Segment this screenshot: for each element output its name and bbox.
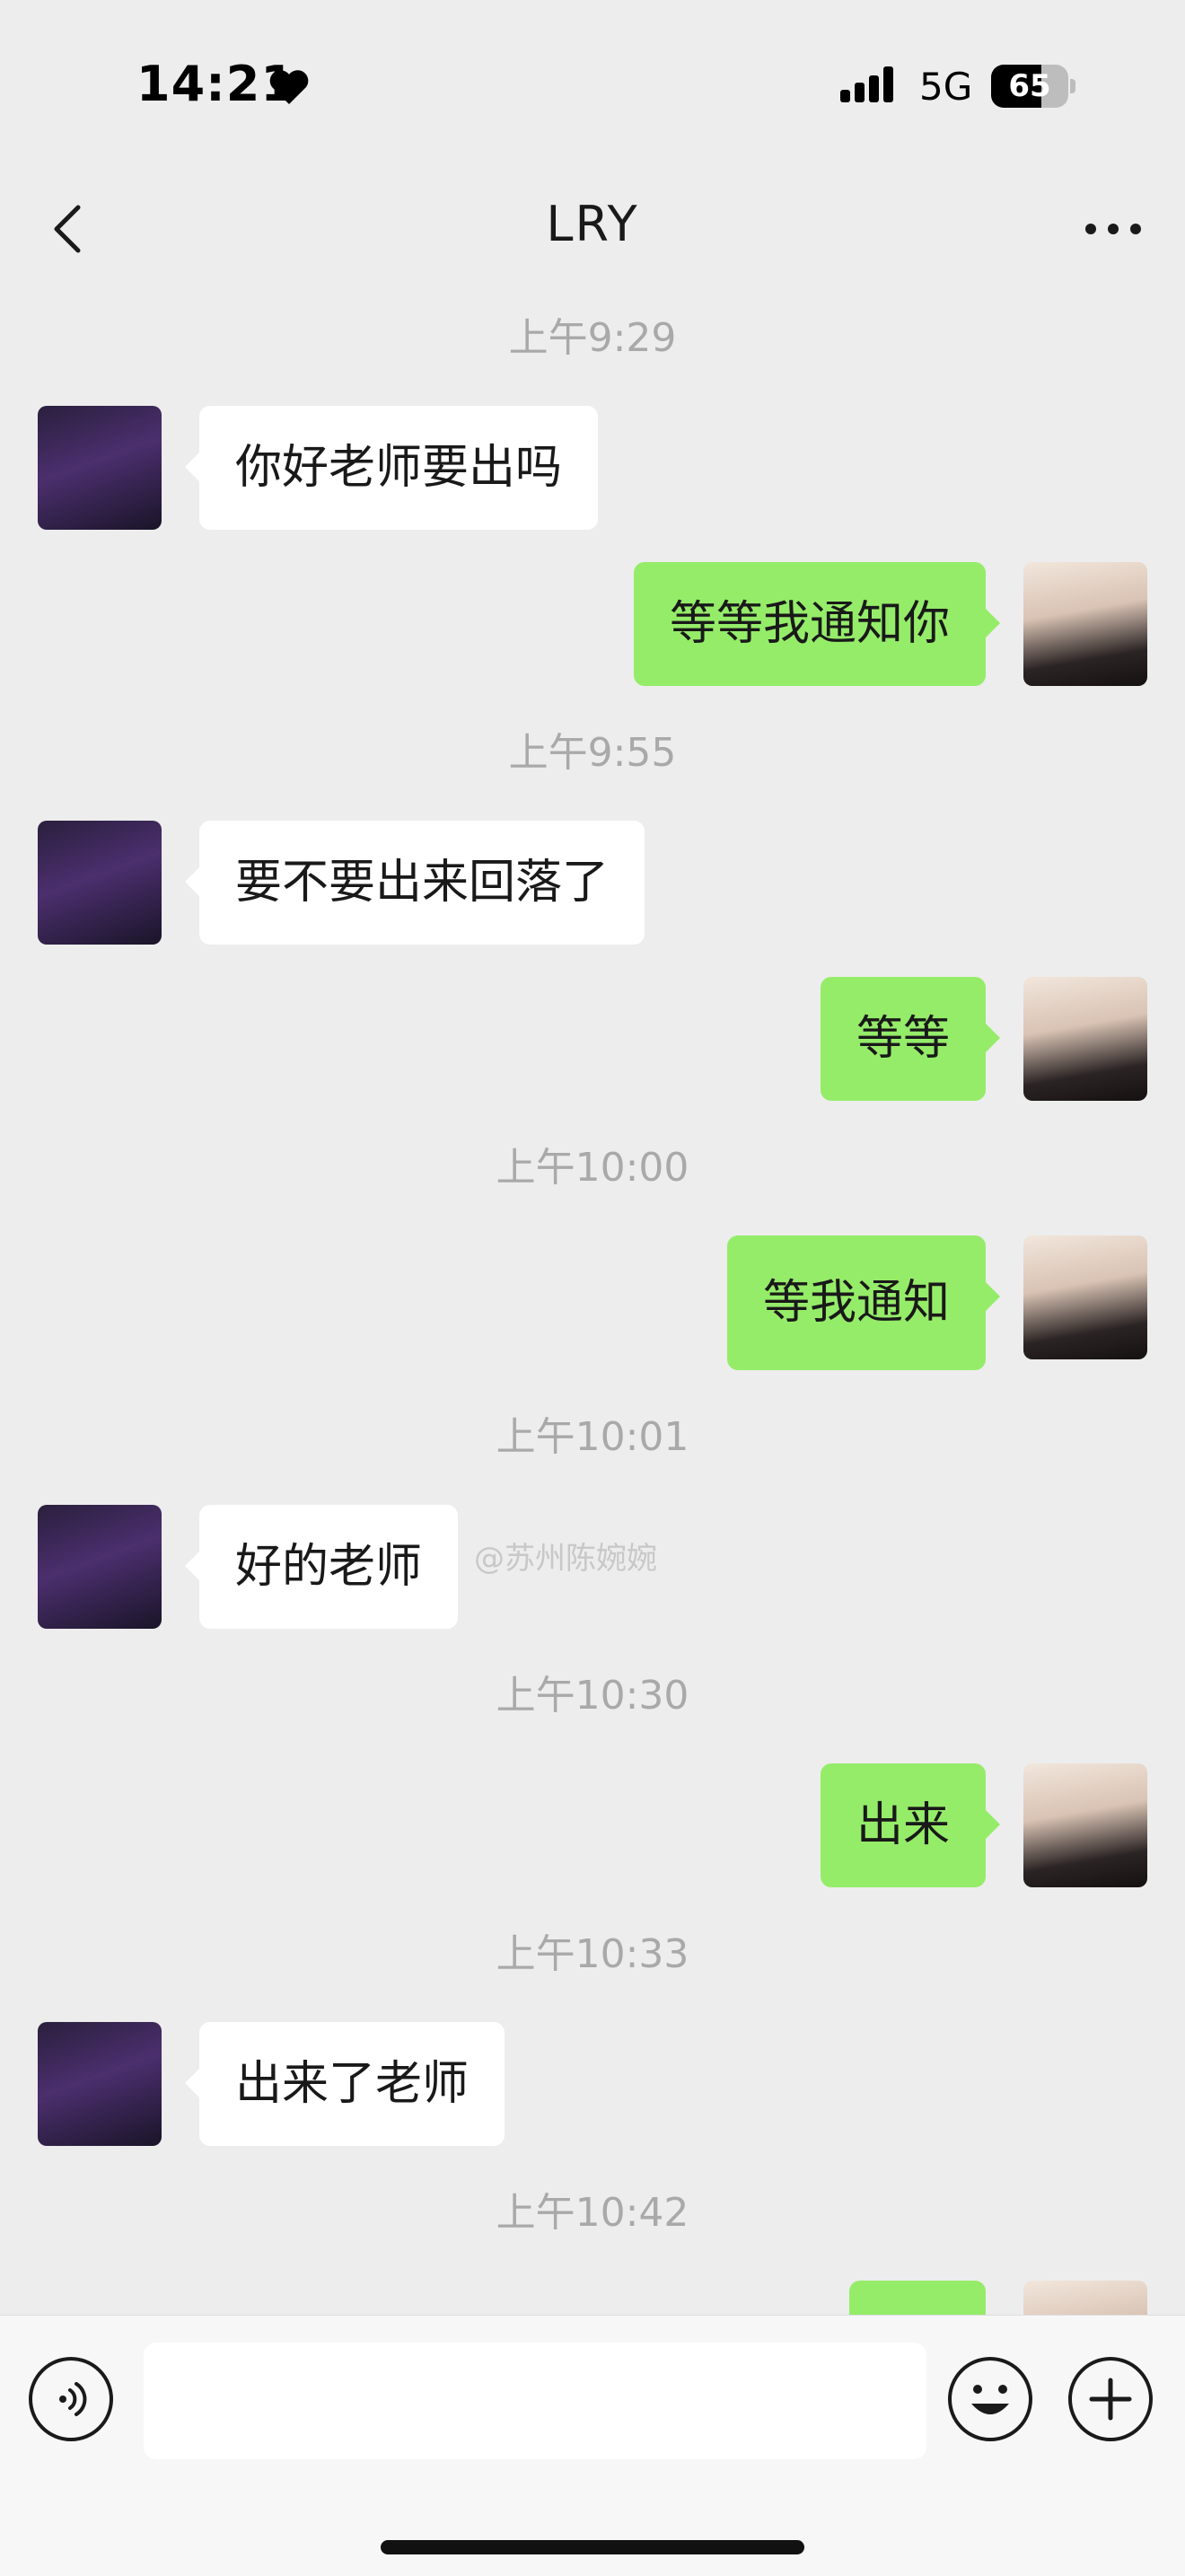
incoming-message[interactable]: 出来了老师 <box>184 2022 505 2146</box>
outgoing-message[interactable] <box>849 2281 986 2315</box>
nav-bar: LRY <box>0 171 1185 278</box>
timestamp: 上午10:42 <box>496 2190 689 2236</box>
contact-avatar[interactable] <box>38 2022 162 2146</box>
chat-area[interactable]: 上午9:29 上午9:55 上午10:00 上午10:01 上午10:30 上午… <box>0 269 1185 2315</box>
status-bar: 14:21 5G 65 <box>0 0 1185 153</box>
self-avatar[interactable] <box>1023 1763 1147 1887</box>
emoji-button[interactable] <box>948 2357 1032 2441</box>
outgoing-message[interactable]: 等等 <box>820 977 1001 1101</box>
more-button[interactable] <box>1077 198 1149 260</box>
battery-icon: 65 <box>991 65 1077 108</box>
network-type: 5G <box>919 65 973 109</box>
self-avatar[interactable] <box>1023 977 1147 1101</box>
heart-icon <box>269 70 309 104</box>
outgoing-message[interactable]: 等等我通知你 <box>633 562 1001 686</box>
incoming-message[interactable]: 好的老师 <box>184 1505 459 1629</box>
self-avatar[interactable] <box>1023 1235 1147 1359</box>
voice-icon <box>59 2382 87 2416</box>
contact-avatar[interactable] <box>38 406 162 530</box>
timestamp: 上午9:55 <box>508 730 677 776</box>
timestamp: 上午10:30 <box>496 1673 689 1719</box>
plus-icon <box>1089 2378 1132 2421</box>
message-input[interactable] <box>144 2343 926 2459</box>
self-avatar[interactable] <box>1023 562 1147 686</box>
battery-level: 65 <box>1008 68 1051 104</box>
outgoing-message[interactable]: 出来 <box>820 1763 1001 1887</box>
signal-bars-icon <box>840 66 893 102</box>
emoji-icon <box>971 2385 1009 2414</box>
timestamp: 上午10:00 <box>496 1145 689 1191</box>
incoming-message[interactable]: 要不要出来回落了 <box>184 821 645 945</box>
timestamp: 上午10:33 <box>496 1931 689 1977</box>
outgoing-message[interactable]: 等我通知 <box>726 1235 1001 1370</box>
incoming-message[interactable]: 你好老师要出吗 <box>184 406 599 530</box>
input-bar <box>0 2315 1185 2576</box>
plus-button[interactable] <box>1068 2357 1153 2441</box>
self-avatar[interactable] <box>1023 2281 1147 2315</box>
voice-button[interactable] <box>29 2357 113 2441</box>
timestamp: 上午9:29 <box>508 315 677 361</box>
contact-avatar[interactable] <box>38 1505 162 1629</box>
contact-avatar[interactable] <box>38 821 162 945</box>
timestamp: 上午10:01 <box>496 1414 689 1460</box>
more-dots-icon <box>1085 224 1141 234</box>
home-indicator[interactable] <box>381 2540 804 2554</box>
chat-title: LRY <box>546 196 639 252</box>
watermark: @苏州陈婉婉 <box>474 1541 657 1577</box>
